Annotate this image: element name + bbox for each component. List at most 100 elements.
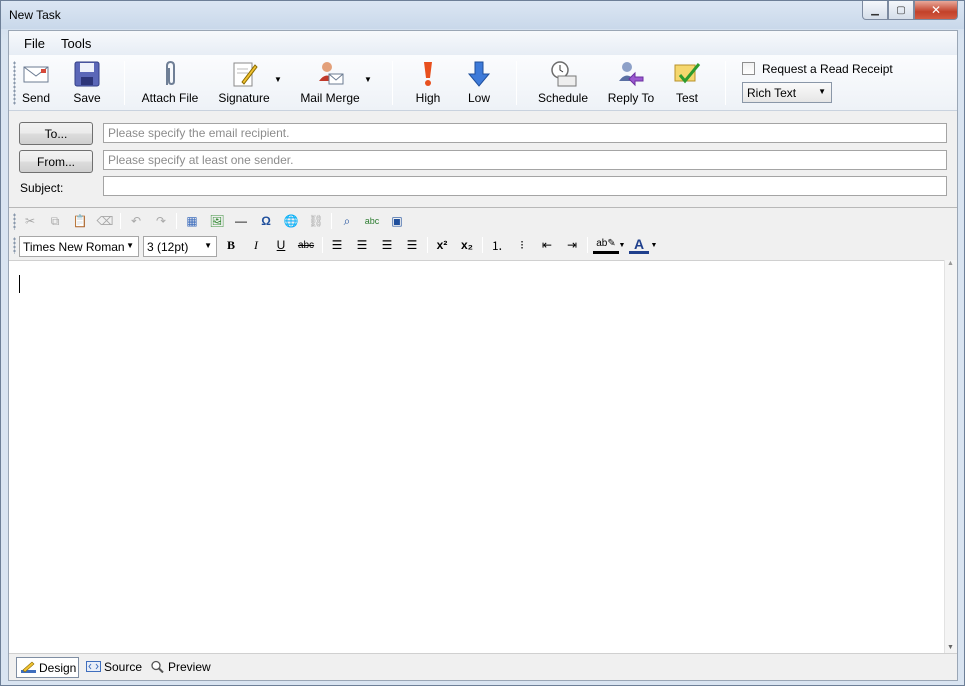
toolbar-separator <box>516 61 517 105</box>
find-binoculars-icon[interactable]: ⌕ <box>337 212 357 230</box>
send-button[interactable]: Send <box>17 59 55 109</box>
save-button[interactable]: Save <box>67 59 107 109</box>
text-caret <box>19 275 20 293</box>
remove-link-icon[interactable]: ⛓ <box>306 212 326 230</box>
chevron-down-icon[interactable]: ▼ <box>649 236 659 254</box>
editor-toolbar: ✂ ⧉ 📋 ⌫ ↶ ↷ ▦ 🖼 — Ω 🌐 ⛓ ⌕ abc ▣ <box>9 209 957 233</box>
toolbar-separator <box>120 213 121 229</box>
special-character-icon[interactable]: Ω <box>256 212 276 230</box>
toolbar-grip[interactable] <box>13 61 16 105</box>
paste-icon[interactable]: 📋 <box>70 212 90 230</box>
signature-dropdown-arrow-icon[interactable]: ▼ <box>274 75 282 84</box>
read-receipt-label: Request a Read Receipt <box>762 62 893 76</box>
strikethrough-icon[interactable]: abc <box>296 236 316 254</box>
read-receipt-checkbox[interactable] <box>742 62 755 75</box>
from-field[interactable] <box>103 150 947 170</box>
new-task-window: New Task ▁ ▢ ✕ File Tools Send Save Atta… <box>0 0 965 686</box>
tab-source[interactable]: Source <box>82 657 146 678</box>
insert-link-icon[interactable]: 🌐 <box>281 212 301 230</box>
numbered-list-icon[interactable]: ⒈ <box>487 236 507 254</box>
signature-button[interactable]: Signature <box>214 59 274 109</box>
cut-icon[interactable]: ✂ <box>20 212 40 230</box>
horizontal-line-icon[interactable]: — <box>231 212 251 230</box>
font-family-select[interactable]: Times New Roman ▼ <box>19 236 139 257</box>
minimize-icon: ▁ <box>871 4 879 16</box>
insert-image-icon[interactable]: 🖼 <box>207 212 227 230</box>
align-right-icon[interactable]: ☰ <box>377 236 397 254</box>
message-format-select[interactable]: Rich Text ▼ <box>742 82 832 103</box>
chevron-down-icon: ▼ <box>126 241 134 250</box>
scroll-down-icon[interactable]: ▼ <box>947 644 954 651</box>
menu-file[interactable]: File <box>24 36 45 51</box>
test-checkmark-icon <box>674 63 701 84</box>
toolbar-separator <box>331 213 332 229</box>
underline-icon[interactable]: U <box>271 236 291 254</box>
toolbar-separator <box>392 61 393 105</box>
eraser-icon[interactable]: ⌫ <box>95 212 115 230</box>
toolbar-separator <box>725 61 726 105</box>
subject-field[interactable] <box>103 176 947 196</box>
schedule-clock-icon <box>551 61 577 87</box>
justify-icon[interactable]: ☰ <box>402 236 422 254</box>
send-icon <box>23 66 49 83</box>
attach-file-button[interactable]: Attach File <box>139 59 201 109</box>
menu-tools[interactable]: Tools <box>61 36 91 51</box>
select-all-icon[interactable]: ▣ <box>387 212 407 230</box>
bulleted-list-icon[interactable]: ⁝ <box>512 236 532 254</box>
superscript-icon[interactable]: x² <box>432 236 452 254</box>
minimize-button[interactable]: ▁ <box>862 1 888 20</box>
undo-icon[interactable]: ↶ <box>126 212 146 230</box>
tab-preview[interactable]: Preview <box>146 657 216 678</box>
tab-design[interactable]: Design <box>16 657 79 678</box>
toolbar-separator <box>427 237 428 253</box>
insert-table-icon[interactable]: ▦ <box>182 212 202 230</box>
magnifier-icon <box>151 660 164 673</box>
close-button[interactable]: ✕ <box>914 1 958 20</box>
high-priority-button[interactable]: High <box>411 59 445 109</box>
message-body-editor[interactable] <box>9 260 944 653</box>
outdent-icon[interactable]: ⇤ <box>537 236 557 254</box>
window-controls: ▁ ▢ ✕ <box>862 1 958 20</box>
scroll-up-icon[interactable]: ▲ <box>947 260 954 267</box>
from-button[interactable]: From... <box>19 150 93 173</box>
test-button[interactable]: Test <box>669 59 705 109</box>
to-field[interactable] <box>103 123 947 143</box>
to-button[interactable]: To... <box>19 122 93 145</box>
editor-vertical-scrollbar[interactable]: ▲ ▼ <box>944 260 957 653</box>
floppy-disk-icon <box>74 61 100 87</box>
view-mode-tabs: Design Source Preview <box>9 653 957 680</box>
main-toolbar: Send Save Attach File Signature ▼ Mail M… <box>9 55 957 111</box>
signature-pencil-icon <box>233 62 258 87</box>
window-title: New Task <box>9 8 61 22</box>
down-arrow-icon <box>467 61 491 87</box>
bold-icon[interactable]: B <box>221 236 241 254</box>
paperclip-icon <box>166 60 175 86</box>
reply-to-button[interactable]: Reply To <box>606 59 656 109</box>
toolbar-separator <box>482 237 483 253</box>
copy-icon[interactable]: ⧉ <box>45 212 65 230</box>
italic-icon[interactable]: I <box>246 236 266 254</box>
mail-merge-dropdown-arrow-icon[interactable]: ▼ <box>364 75 372 84</box>
toolbar-grip[interactable] <box>13 213 16 230</box>
align-center-icon[interactable]: ☰ <box>352 236 372 254</box>
client-area: File Tools Send Save Attach File Signatu… <box>8 30 958 681</box>
schedule-button[interactable]: Schedule <box>536 59 590 109</box>
indent-icon[interactable]: ⇥ <box>562 236 582 254</box>
highlight-color-icon[interactable]: ab✎ <box>593 236 619 254</box>
spell-check-icon[interactable]: abc <box>362 212 382 230</box>
subscript-icon[interactable]: x₂ <box>457 236 477 254</box>
maximize-button[interactable]: ▢ <box>888 1 914 20</box>
font-size-select[interactable]: 3 (12pt) ▼ <box>143 236 217 257</box>
align-left-icon[interactable]: ☰ <box>327 236 347 254</box>
low-priority-button[interactable]: Low <box>462 59 496 109</box>
redo-icon[interactable]: ↷ <box>151 212 171 230</box>
mail-merge-button[interactable]: Mail Merge <box>296 59 364 109</box>
menu-bar: File Tools <box>9 31 957 55</box>
toolbar-grip[interactable] <box>13 237 16 254</box>
chevron-down-icon[interactable]: ▼ <box>617 236 627 254</box>
toolbar-separator <box>124 61 125 105</box>
subject-label: Subject: <box>20 181 64 195</box>
font-color-icon[interactable]: A <box>629 236 649 254</box>
reply-to-icon <box>619 62 644 87</box>
source-code-icon <box>86 661 101 672</box>
